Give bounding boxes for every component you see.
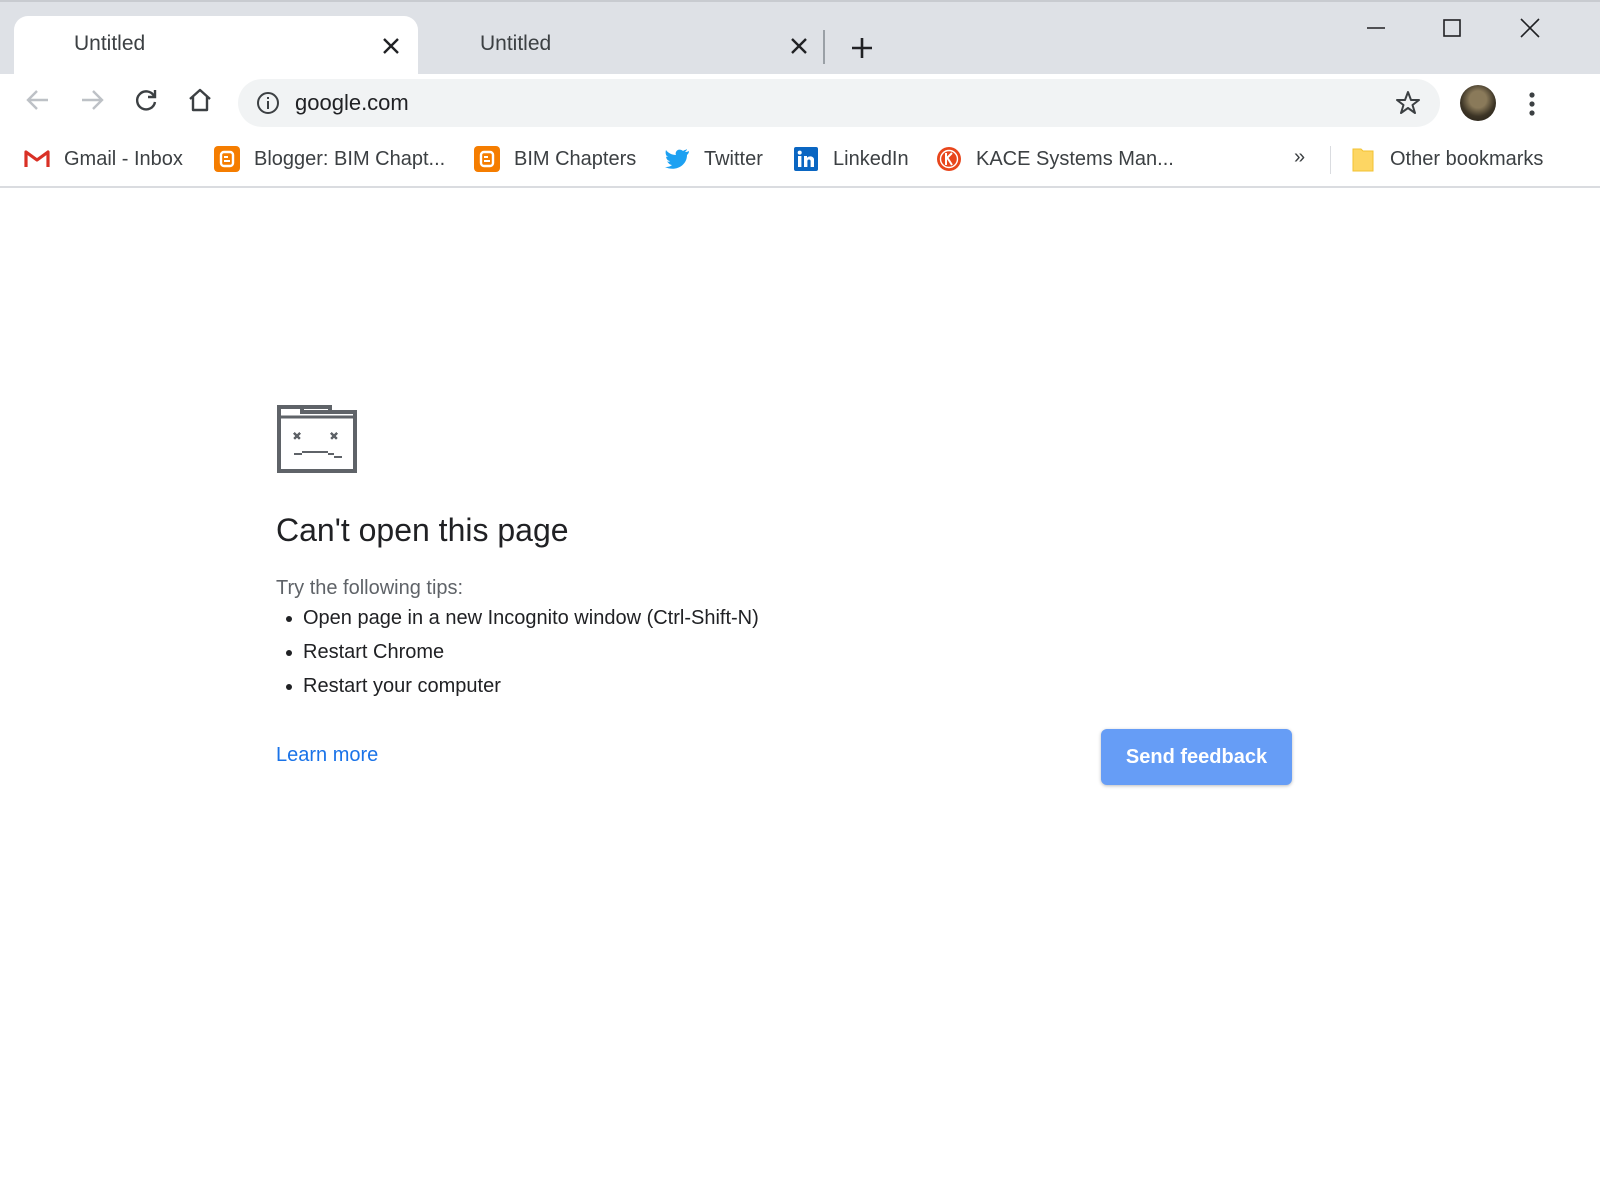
- reload-icon: [135, 90, 157, 111]
- bookmark-label: Gmail - Inbox: [64, 147, 183, 170]
- forward-button[interactable]: [72, 80, 112, 120]
- other-bookmarks-folder[interactable]: Other bookmarks: [1350, 144, 1543, 174]
- arrow-left-icon: [26, 90, 48, 110]
- learn-more-link[interactable]: Learn more: [276, 744, 378, 767]
- bookmark-kace[interactable]: KACE Systems Man...: [936, 144, 1174, 174]
- bookmark-label: LinkedIn: [833, 147, 909, 170]
- tab-title: Untitled: [480, 32, 552, 55]
- tips-list: Open page in a new Incognito window (Ctr…: [276, 604, 759, 706]
- omnibox[interactable]: [238, 79, 1440, 127]
- minimize-button[interactable]: [1338, 2, 1414, 54]
- error-title: Can't open this page: [276, 512, 569, 548]
- maximize-icon: [1443, 19, 1461, 37]
- reload-button[interactable]: [126, 80, 166, 120]
- kace-icon: [936, 146, 962, 172]
- blogger-icon: [214, 146, 240, 172]
- info-icon[interactable]: [256, 91, 280, 115]
- window-close-button[interactable]: [1492, 2, 1568, 54]
- tab-inactive[interactable]: Untitled: [420, 16, 830, 76]
- bookmark-twitter[interactable]: Twitter: [664, 144, 763, 174]
- close-icon: [383, 38, 399, 54]
- folder-icon: [1350, 146, 1376, 172]
- tab-active[interactable]: Untitled: [14, 16, 418, 76]
- bookmark-linkedin[interactable]: LinkedIn: [793, 144, 909, 174]
- tab-strip: Untitled Untitled: [0, 0, 1600, 76]
- star-icon[interactable]: [1394, 89, 1422, 117]
- more-menu-icon[interactable]: [1520, 86, 1544, 122]
- linkedin-icon: [793, 146, 819, 172]
- tip-item: Restart Chrome: [276, 638, 759, 672]
- bookmark-label: Twitter: [704, 147, 763, 170]
- tip-item: Open page in a new Incognito window (Ctr…: [276, 604, 759, 638]
- bookmark-label: Other bookmarks: [1390, 147, 1544, 170]
- toolbar: [0, 74, 1600, 134]
- arrow-right-icon: [82, 90, 104, 110]
- close-icon: [791, 38, 807, 54]
- tab-close-button[interactable]: [786, 33, 812, 59]
- bookmark-label: Blogger: BIM Chapt...: [254, 147, 446, 170]
- tab-close-button[interactable]: [378, 33, 404, 59]
- tab-separator: [823, 30, 825, 64]
- home-icon: [189, 88, 211, 112]
- new-tab-button[interactable]: [846, 32, 878, 64]
- bookmarks-bar: Gmail - Inbox Blogger: BIM Chapt... BIM …: [0, 134, 1600, 188]
- minimize-icon: [1367, 27, 1385, 29]
- bookmark-bim-chapters[interactable]: BIM Chapters: [474, 144, 636, 174]
- bookmark-gmail[interactable]: Gmail - Inbox: [24, 144, 183, 174]
- bookmark-label: BIM Chapters: [514, 147, 637, 170]
- close-icon: [1520, 18, 1540, 38]
- home-button[interactable]: [180, 80, 220, 120]
- bookmark-label: KACE Systems Man...: [976, 147, 1174, 170]
- sad-folder-icon: [277, 405, 357, 473]
- tab-title: Untitled: [74, 32, 146, 55]
- back-button[interactable]: [18, 80, 58, 120]
- gmail-icon: [24, 146, 50, 172]
- twitter-icon: [664, 146, 690, 172]
- url-input[interactable]: [295, 90, 1375, 116]
- bookmarks-overflow-button[interactable]: »: [1294, 146, 1305, 169]
- tips-heading: Try the following tips:: [276, 577, 464, 599]
- send-feedback-button[interactable]: Send feedback: [1101, 729, 1292, 785]
- blogger-icon: [474, 146, 500, 172]
- profile-avatar[interactable]: [1460, 85, 1496, 121]
- maximize-button[interactable]: [1414, 2, 1490, 54]
- bookmarks-divider: [1330, 146, 1331, 174]
- plus-icon: [852, 38, 872, 58]
- bookmark-blogger-bim[interactable]: Blogger: BIM Chapt...: [214, 144, 445, 174]
- tip-item: Restart your computer: [276, 672, 759, 706]
